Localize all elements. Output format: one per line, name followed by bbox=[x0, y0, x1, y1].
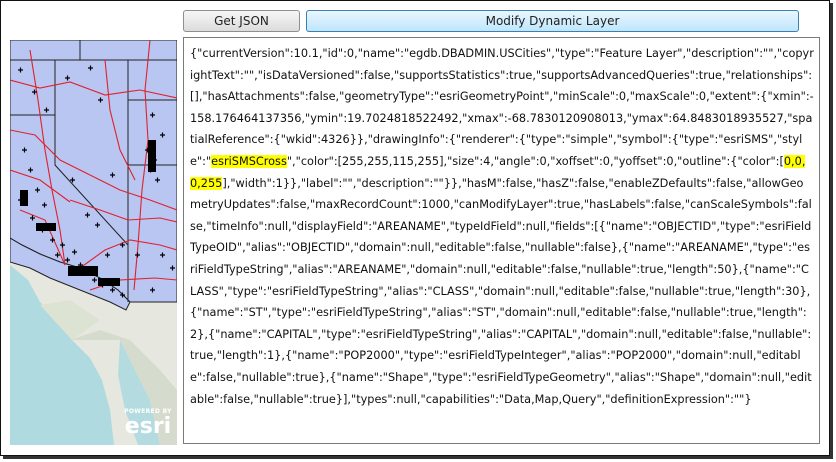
modify-dynamic-layer-button[interactable]: Modify Dynamic Layer bbox=[306, 10, 799, 32]
json-segment: ],"width":1}},"label":"","description":"… bbox=[190, 176, 812, 406]
json-segment: ","color":[255,255,115,255],"size":4,"an… bbox=[286, 154, 784, 168]
json-output-text: {"currentVersion":10.1,"id":0,"name":"eg… bbox=[190, 43, 814, 410]
esri-logo: POWERED BY esri bbox=[124, 408, 172, 439]
get-json-button[interactable]: Get JSON bbox=[183, 10, 300, 32]
map-canvas bbox=[10, 40, 177, 445]
map-view[interactable]: POWERED BY esri bbox=[10, 40, 177, 445]
json-output-panel[interactable]: {"currentVersion":10.1,"id":0,"name":"eg… bbox=[183, 37, 820, 444]
json-segment: {"currentVersion":10.1,"id":0,"name":"eg… bbox=[190, 47, 814, 168]
json-highlight-style: esriSMSCross bbox=[211, 154, 287, 168]
